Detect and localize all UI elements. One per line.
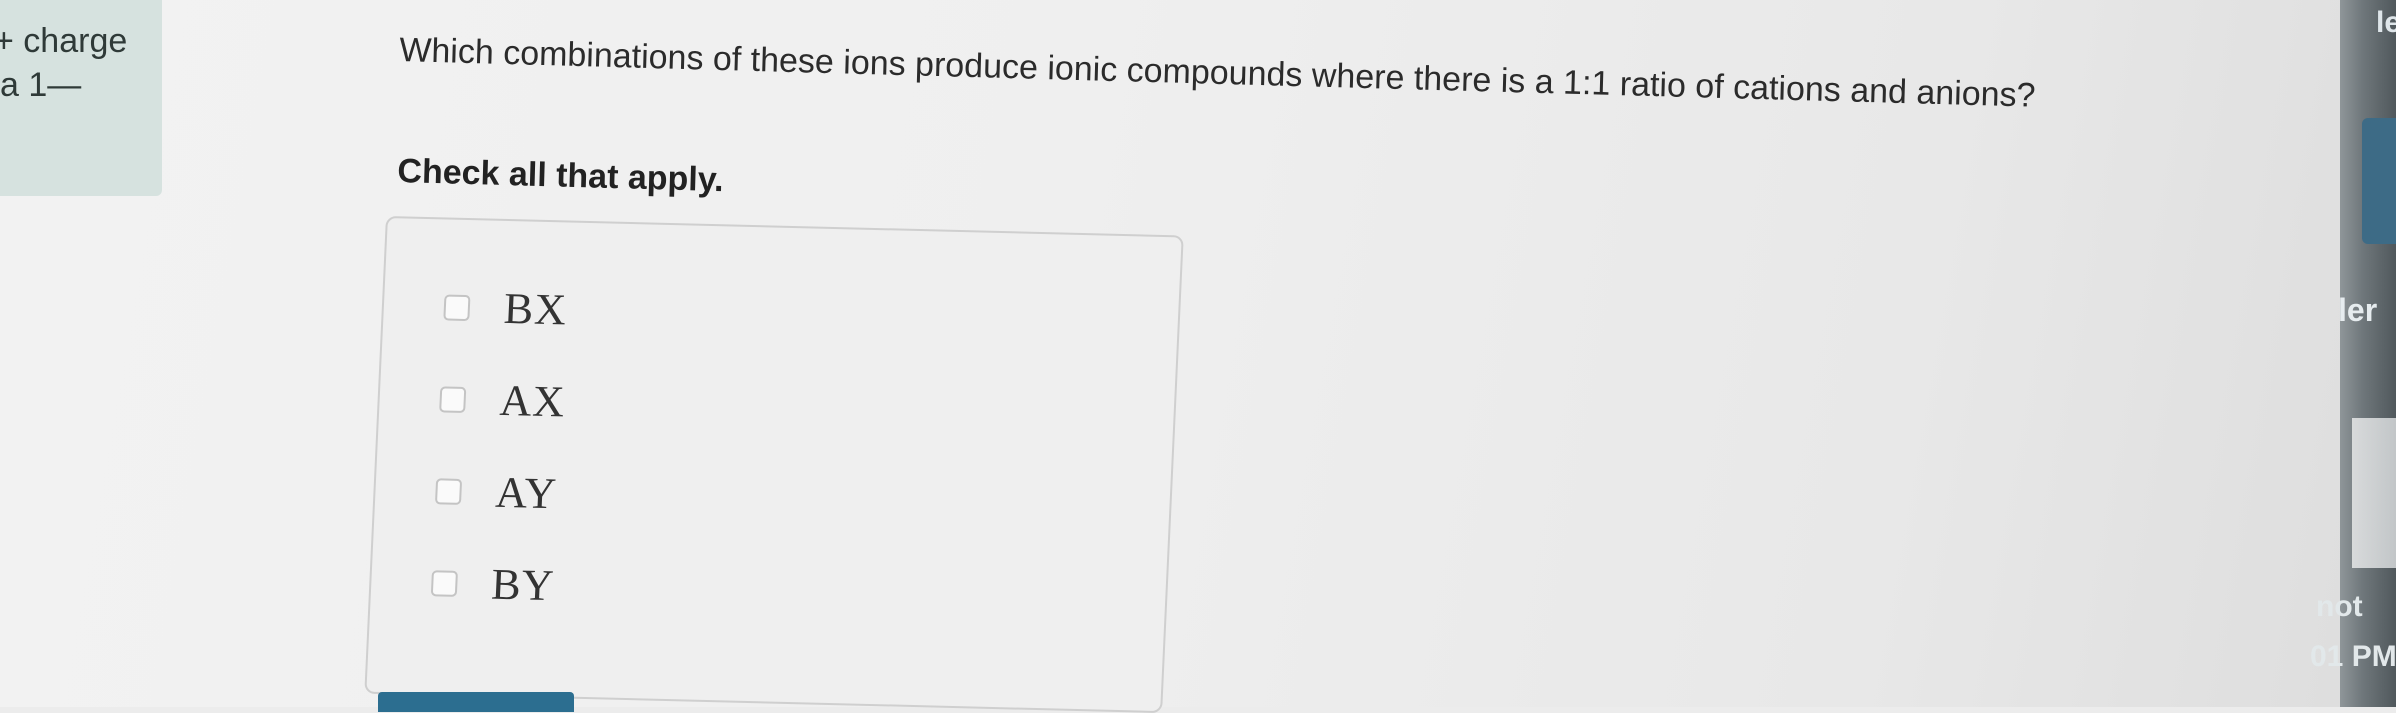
right-edge-blue-tab bbox=[2362, 118, 2396, 244]
checkbox[interactable] bbox=[439, 385, 467, 413]
choice-ax[interactable]: AX bbox=[439, 373, 567, 427]
choice-by[interactable]: BY bbox=[430, 557, 556, 611]
hint-line-charge: + charge bbox=[0, 22, 128, 60]
right-edge-text-top: le bbox=[2376, 6, 2396, 39]
right-edge-light-panel bbox=[2352, 418, 2396, 568]
right-edge-text-mid: ler bbox=[2338, 292, 2378, 328]
instruction-text: Check all that apply. bbox=[396, 152, 725, 200]
question-text: Which combinations of these ions produce… bbox=[398, 30, 2037, 115]
checkbox[interactable] bbox=[434, 477, 463, 505]
right-edge-clock-text: 01 PM bbox=[2310, 640, 2396, 673]
hint-line-ratio: a 1— bbox=[0, 66, 82, 104]
left-hint-panel: + charge a 1— bbox=[0, 0, 162, 196]
choice-label: BY bbox=[490, 559, 556, 611]
choice-label: AX bbox=[498, 375, 567, 427]
checkbox[interactable] bbox=[443, 293, 471, 321]
choice-bx[interactable]: BX bbox=[443, 281, 568, 335]
right-edge-text-bottom1: not bbox=[2316, 590, 2363, 623]
choices-box: BX AX AY BY bbox=[364, 216, 1184, 713]
choice-ay[interactable]: AY bbox=[434, 465, 558, 519]
checkbox[interactable] bbox=[430, 569, 458, 597]
choice-label: BX bbox=[502, 283, 569, 335]
submit-button[interactable] bbox=[378, 692, 574, 712]
choice-label: AY bbox=[494, 467, 559, 519]
question-panel: + charge a 1— Which combinations of thes… bbox=[0, 0, 2340, 713]
